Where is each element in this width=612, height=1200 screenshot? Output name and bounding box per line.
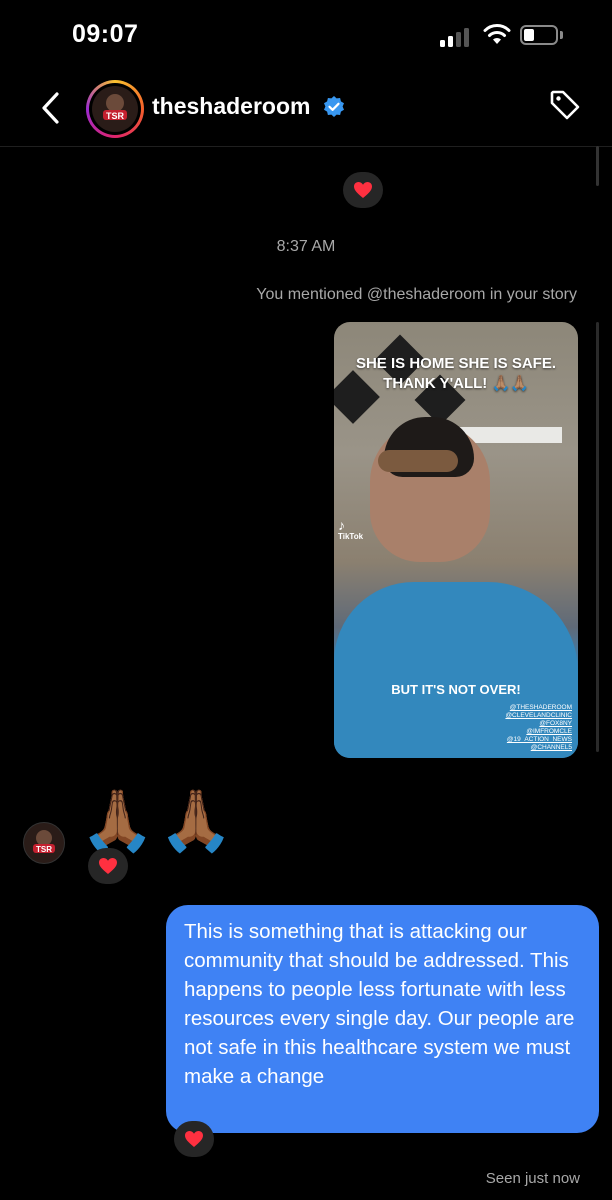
svg-text:TSR: TSR	[36, 845, 52, 854]
message-timestamp: 8:37 AM	[276, 238, 336, 255]
header-username[interactable]: theshaderoom	[152, 93, 310, 120]
svg-text:TSR: TSR	[106, 111, 125, 121]
scrollbar-thumb[interactable]	[596, 146, 599, 186]
cellular-signal-icon	[440, 27, 470, 47]
scrollbar-track	[596, 322, 599, 752]
seen-status: Seen just now	[485, 1170, 580, 1187]
avatar[interactable]: TSR	[92, 86, 138, 132]
reaction-heart[interactable]	[343, 172, 383, 208]
wifi-icon	[483, 24, 511, 44]
chevron-left-icon[interactable]	[38, 91, 64, 125]
story-handles: @THESHADEROOM @CLEVELANDCLINIC @FOX8NY @…	[505, 704, 572, 751]
tiktok-label: ♪ TikTok	[338, 517, 364, 541]
heart-icon	[99, 858, 117, 874]
reaction-heart[interactable]	[174, 1121, 214, 1157]
battery-cap	[560, 31, 563, 39]
story-mention-card[interactable]: SHE IS HOME SHE IS SAFE. THANK Y'ALL! 🙏🏽…	[334, 322, 578, 758]
battery-icon	[520, 25, 558, 45]
story-caption-bottom: BUT IT'S NOT OVER!	[391, 682, 521, 697]
tiktok-icon: ♪	[338, 517, 345, 533]
status-time: 09:07	[72, 20, 139, 48]
sender-avatar[interactable]: TSR	[23, 822, 65, 864]
heart-icon	[185, 1131, 203, 1147]
sent-message-bubble[interactable]: This is something that is attacking our …	[166, 905, 599, 1133]
heart-icon	[354, 182, 372, 198]
verified-badge-icon	[324, 96, 344, 117]
story-caption-top: SHE IS HOME SHE IS SAFE. THANK Y'ALL! 🙏🏽…	[355, 355, 557, 392]
story-mention-note: You mentioned @theshaderoom in your stor…	[256, 286, 577, 303]
tag-icon[interactable]	[548, 88, 582, 122]
reaction-heart[interactable]	[88, 848, 128, 884]
header-divider	[0, 146, 612, 147]
